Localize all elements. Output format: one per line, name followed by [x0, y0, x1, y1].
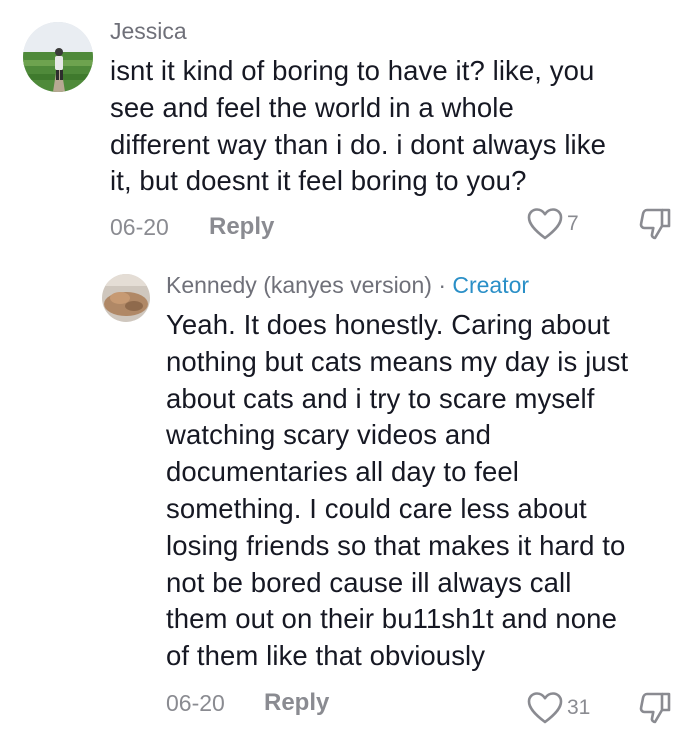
- comment-text-line: see and feel the world in a whole: [110, 91, 514, 123]
- reply-button[interactable]: Reply: [264, 689, 329, 717]
- comment-text-line: documentaries all day to feel: [166, 456, 519, 488]
- comment-text-line: not be bored cause ill always call: [166, 566, 572, 598]
- comment-text-line: nothing but cats means my day is just: [166, 345, 629, 377]
- comment-text-line: of them like that obviously: [166, 640, 486, 672]
- comment-author[interactable]: Jessica: [110, 18, 187, 45]
- comment-text-line: it, but doesnt it feel boring to you?: [110, 165, 527, 197]
- creator-badge: Creator: [452, 272, 530, 298]
- comment-text-line: about cats and i try to scare myself: [166, 382, 595, 414]
- profile-photo-icon: [102, 274, 150, 322]
- comment-date: 06-20: [166, 690, 225, 716]
- reply-button[interactable]: Reply: [209, 213, 274, 241]
- comment-text: isnt it kind of boring to have it? like,…: [110, 53, 606, 200]
- avatar[interactable]: [102, 274, 150, 322]
- comment-text: Yeah. It does honestly. Caring about not…: [166, 307, 628, 675]
- like-button[interactable]: 7: [527, 207, 579, 241]
- comment-author[interactable]: Kennedy (kanyes version): [166, 272, 432, 298]
- avatar[interactable]: [23, 22, 93, 92]
- like-button[interactable]: 31: [527, 691, 590, 725]
- thumbs-down-icon: [639, 692, 671, 724]
- dislike-button[interactable]: [638, 691, 672, 725]
- profile-photo-icon: [23, 22, 93, 92]
- separator: ·: [438, 272, 446, 298]
- comment-text-line: Yeah. It does honestly. Caring about: [166, 309, 610, 340]
- comment-text-line: isnt it kind of boring to have it? like,…: [110, 55, 595, 86]
- comment-text-line: something. I could care less about: [166, 492, 587, 524]
- dislike-button[interactable]: [638, 207, 672, 241]
- comment-author-line: Kennedy (kanyes version) · Creator: [166, 272, 529, 299]
- comment-text-line: them out on their bu11sh1t and none: [166, 603, 617, 635]
- like-count: 7: [567, 212, 579, 235]
- heart-outline-icon: [527, 208, 563, 240]
- comment-date: 06-20: [110, 214, 169, 240]
- heart-outline-icon: [527, 692, 563, 724]
- comment-text-line: different way than i do. i dont always l…: [110, 128, 607, 160]
- like-count: 31: [567, 696, 591, 719]
- comment-text-line: losing friends so that makes it hard to: [166, 529, 626, 561]
- thumbs-down-icon: [639, 208, 671, 240]
- comment-text-line: watching scary videos and: [166, 419, 492, 451]
